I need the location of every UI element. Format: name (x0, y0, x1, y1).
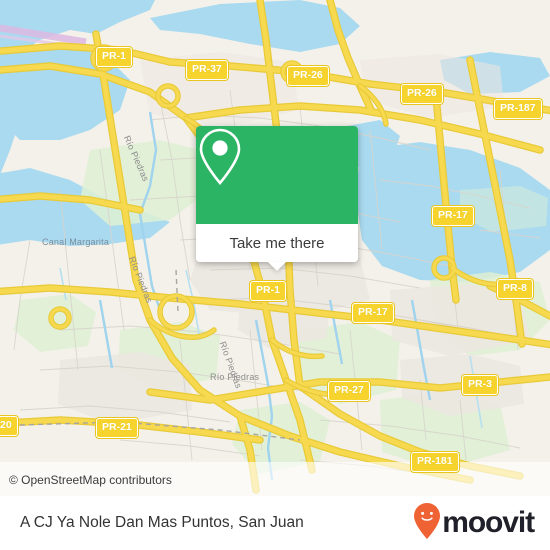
road-shield: PR-27 (328, 381, 370, 401)
popup-pointer (268, 262, 286, 271)
road-shield: PR-3 (462, 375, 498, 395)
take-me-there-button[interactable]: Take me there (229, 235, 324, 252)
location-title: A CJ Ya Nole Dan Mas Puntos, San Juan (20, 514, 304, 531)
moovit-wordmark: moovit (442, 506, 535, 539)
road-shield: PR-21 (96, 418, 138, 438)
road-shield: PR-1 (96, 47, 132, 67)
osm-attribution[interactable]: © OpenStreetMap contributors (9, 473, 172, 487)
road-shield: PR-187 (494, 99, 542, 119)
map-canvas[interactable]: PR-1 PR-37 PR-26 PR-26 PR-187 PR-17 PR-8… (0, 0, 550, 496)
road-shield: PR-17 (432, 206, 474, 226)
road-shield: 20 (0, 416, 18, 436)
location-popup-card[interactable]: Take me there (196, 126, 358, 271)
popup-action-row[interactable]: Take me there (196, 224, 358, 271)
road-shield: PR-181 (411, 452, 459, 472)
moovit-pin-icon (413, 502, 441, 545)
road-shield: PR-26 (287, 66, 329, 86)
road-shield: PR-8 (497, 279, 533, 299)
road-shield: PR-37 (186, 60, 228, 80)
road-shield: PR-26 (401, 84, 443, 104)
road-shield: PR-17 (352, 303, 394, 323)
moovit-brand[interactable]: moovit (413, 502, 535, 545)
footer-bar: A CJ Ya Nole Dan Mas Puntos, San Juan mo… (0, 496, 550, 550)
road-shield: PR-1 (250, 281, 286, 301)
map-screenshot: PR-1 PR-37 PR-26 PR-26 PR-187 PR-17 PR-8… (0, 0, 550, 550)
popup-header (196, 126, 358, 224)
